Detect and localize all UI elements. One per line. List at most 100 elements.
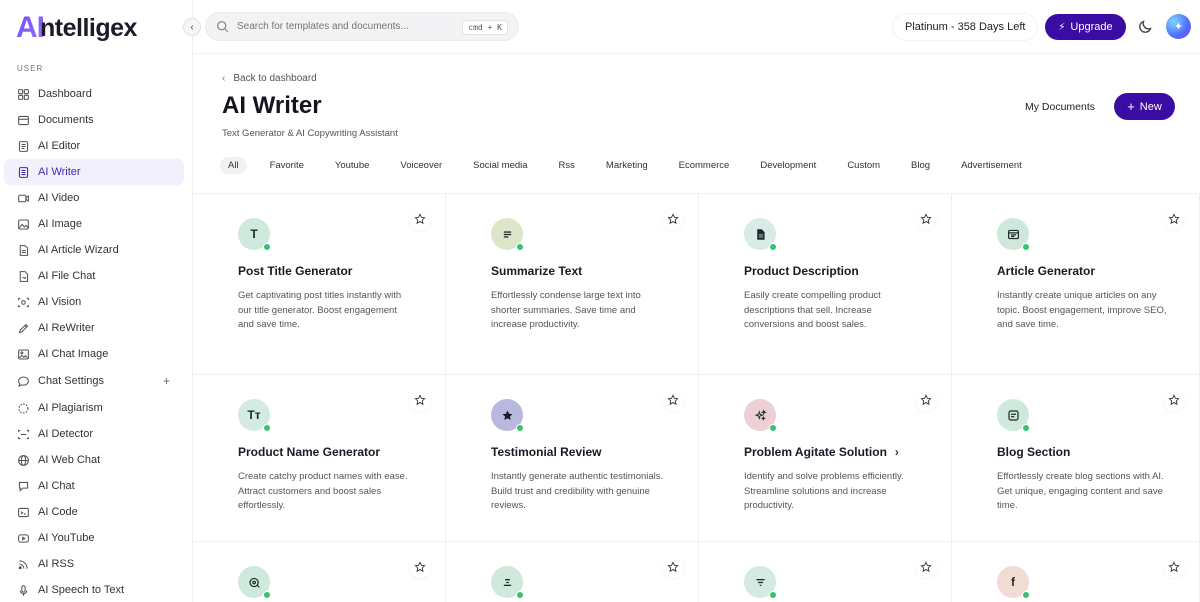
sidebar-item-ai-chat-image[interactable]: AI Chat Image: [4, 341, 184, 367]
filter-tab-custom[interactable]: Custom: [839, 157, 888, 174]
sidebar-item-ai-rewriter[interactable]: AI ReWriter: [4, 315, 184, 341]
sidebar-item-ai-chat[interactable]: AI Chat: [4, 473, 184, 499]
card-title-text: Blog Section: [997, 445, 1071, 459]
template-card[interactable]: Problem Agitate Solution › Identify and so…: [699, 375, 952, 542]
sidebar-item-documents[interactable]: Documents: [4, 107, 184, 133]
user-avatar[interactable]: ✦: [1166, 14, 1191, 39]
filter-tab-blog[interactable]: Blog: [903, 157, 938, 174]
sidebar-item-ai-vision[interactable]: AI Vision: [4, 289, 184, 315]
blog-icon: [997, 399, 1030, 432]
filter-tab-youtube[interactable]: Youtube: [327, 157, 378, 174]
filter-tab-all[interactable]: All: [220, 156, 247, 174]
sidebar-item-dashboard[interactable]: Dashboard: [4, 81, 184, 107]
search-bar[interactable]: cmd + K: [205, 12, 519, 41]
sidebar-item-label: AI Speech to Text: [38, 584, 125, 596]
template-card[interactable]: Summarize Text Effortlessly condense larg…: [446, 194, 699, 375]
sidebar-item-ai-code[interactable]: AI Code: [4, 499, 184, 525]
dark-mode-moon-icon[interactable]: [1138, 18, 1154, 34]
favorite-star-icon[interactable]: [915, 389, 937, 411]
sidebar-item-ai-editor[interactable]: AI Editor: [4, 133, 184, 159]
sidebar-item-ai-video[interactable]: AI Video: [4, 185, 184, 211]
search-input[interactable]: [237, 21, 457, 32]
card-title: Article Generator: [997, 264, 1095, 278]
template-card[interactable]: [699, 542, 952, 602]
sidebar-item-label: AI Detector: [38, 428, 94, 440]
sidebar-item-label: AI Vision: [38, 296, 82, 308]
filter-tab-ecommerce[interactable]: Ecommerce: [671, 157, 738, 174]
sidebar-item-ai-article-wizard[interactable]: AI Article Wizard: [4, 237, 184, 263]
filter-tab-advertisement[interactable]: Advertisement: [953, 157, 1030, 174]
card-title: Product Description: [744, 264, 859, 278]
filter-tab-development[interactable]: Development: [752, 157, 824, 174]
filter-tabs: All Favorite Youtube Voiceover Social media R…: [220, 155, 1045, 175]
back-to-dashboard-link[interactable]: ‹ Back to dashboard: [222, 73, 317, 84]
template-grid: T Post Title Generator Get captivating pos…: [193, 193, 1200, 602]
grid-icon: [17, 88, 30, 101]
favorite-star-icon[interactable]: [409, 208, 431, 230]
favorite-star-icon[interactable]: [1163, 556, 1185, 578]
chevron-left-icon: ‹: [222, 73, 226, 84]
favorite-star-icon[interactable]: [1163, 389, 1185, 411]
favorite-star-icon[interactable]: [662, 556, 684, 578]
template-card[interactable]: Product Description Easily create compell…: [699, 194, 952, 375]
favorite-star-icon[interactable]: [1163, 208, 1185, 230]
favorite-star-icon[interactable]: [409, 556, 431, 578]
filter-tab-rss[interactable]: Rss: [551, 157, 583, 174]
template-card[interactable]: Tт Product Name Generator Create catchy pr…: [193, 375, 446, 542]
favorite-star-icon[interactable]: [915, 208, 937, 230]
sidebar-item-ai-web-chat[interactable]: AI Web Chat: [4, 447, 184, 473]
facebook-icon: f: [997, 566, 1030, 599]
card-description: Create catchy product names with ease. A…: [238, 471, 408, 511]
sidebar-item-ai-speech-to-text[interactable]: AI Speech to Text: [4, 577, 184, 602]
filter-tab-favorite[interactable]: Favorite: [262, 157, 312, 174]
favorite-star-icon[interactable]: [662, 208, 684, 230]
collapse-sidebar-button[interactable]: ‹: [183, 18, 201, 36]
sidebar-item-label: AI Editor: [38, 140, 81, 152]
card-title: Product Name Generator: [238, 445, 380, 459]
add-chat-settings-plus-icon[interactable]: +: [163, 374, 170, 388]
sidebar-item-ai-plagiarism[interactable]: AI Plagiarism: [4, 395, 184, 421]
card-title-text: Testimonial Review: [491, 445, 602, 459]
template-card[interactable]: Testimonial Review Instantly generate aut…: [446, 375, 699, 542]
filter-tab-marketing[interactable]: Marketing: [598, 157, 656, 174]
template-card[interactable]: Article Generator Instantly create unique…: [952, 194, 1200, 375]
sidebar-item-label: AI File Chat: [38, 270, 96, 282]
favorite-star-icon[interactable]: [662, 389, 684, 411]
sidebar-item-label: Documents: [38, 114, 94, 126]
template-card[interactable]: Blog Section Effortlessly create blog sec…: [952, 375, 1200, 542]
filter-tab-social-media[interactable]: Social media: [465, 157, 535, 174]
video-icon: [17, 192, 30, 205]
folder-icon: [17, 114, 30, 127]
sidebar-item-ai-youtube[interactable]: AI YouTube: [4, 525, 184, 551]
new-button[interactable]: + New: [1114, 93, 1175, 120]
favorite-star-icon[interactable]: [915, 556, 937, 578]
template-card[interactable]: [193, 542, 446, 602]
template-card[interactable]: f: [952, 542, 1200, 602]
template-card[interactable]: T Post Title Generator Get captivating pos…: [193, 194, 446, 375]
search-icon: [216, 20, 229, 33]
card-description: Effortlessly condense large text into sh…: [491, 290, 641, 330]
sidebar-item-ai-rss[interactable]: AI RSS: [4, 551, 184, 577]
image-icon: [17, 218, 30, 231]
sidebar-item-chat-settings[interactable]: Chat Settings +: [4, 368, 184, 394]
sidebar: AI ntelligex USER Dashboard Documents AI E…: [0, 0, 193, 602]
filter-tab-voiceover[interactable]: Voiceover: [392, 157, 450, 174]
upgrade-button[interactable]: ⚡ Upgrade: [1045, 14, 1126, 40]
status-dot: [769, 243, 777, 251]
status-dot: [516, 591, 524, 599]
star-filled-icon: [491, 399, 524, 432]
chat-image-icon: [17, 348, 30, 361]
sidebar-item-ai-detector[interactable]: AI Detector: [4, 421, 184, 447]
sidebar-item-ai-image[interactable]: AI Image: [4, 211, 184, 237]
favorite-star-icon[interactable]: [409, 389, 431, 411]
page-title: AI Writer: [222, 92, 322, 119]
logo[interactable]: AI ntelligex: [16, 10, 137, 46]
sidebar-item-label: AI Web Chat: [38, 454, 101, 466]
my-documents-button[interactable]: My Documents: [1012, 93, 1108, 120]
card-description: Effortlessly create blog sections with A…: [997, 471, 1164, 511]
template-card[interactable]: [446, 542, 699, 602]
sidebar-item-ai-writer[interactable]: AI Writer: [4, 159, 184, 185]
card-title-text: Post Title Generator: [238, 264, 353, 278]
sidebar-item-ai-file-chat[interactable]: AI File Chat: [4, 263, 184, 289]
card-description: Easily create compelling product descrip…: [744, 290, 881, 330]
